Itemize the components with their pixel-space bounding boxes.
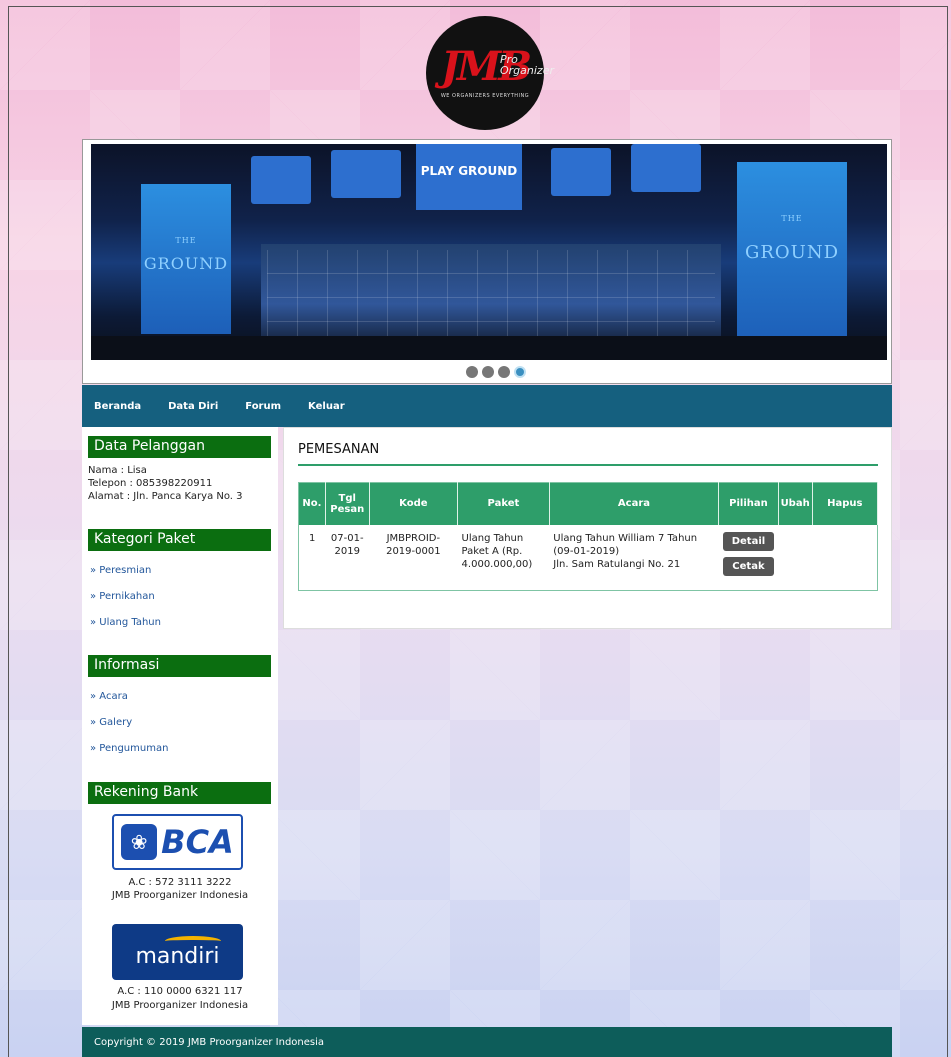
slider-dot-3[interactable] [498, 366, 510, 378]
stage-screen [551, 148, 611, 196]
slider-dot-2[interactable] [482, 366, 494, 378]
copyright-text: Copyright © 2019 JMB Proorganizer Indone… [94, 1037, 325, 1048]
stage-floor [91, 336, 887, 360]
cell-code: JMBPROID-2019-0001 [386, 532, 441, 557]
logo-side-text: Pro Organizer [500, 54, 554, 76]
bca-logo-text: BCA [161, 823, 234, 861]
info-link-acara[interactable]: » Acara [90, 691, 128, 702]
nav-keluar[interactable]: Keluar [308, 401, 345, 412]
slider-dot-1[interactable] [466, 366, 478, 378]
bca-bird-icon: ❀ [121, 824, 158, 860]
slider-dots [466, 366, 526, 378]
main-nav: Beranda Data Diri Forum Keluar [82, 385, 892, 427]
logo-side-2: Organizer [500, 64, 554, 77]
col-kode: Kode [369, 482, 459, 525]
table-header-row: No. Tgl Pesan Kode Paket Acara Pilihan U… [298, 482, 879, 525]
nav-beranda[interactable]: Beranda [94, 401, 141, 412]
mandiri-logo: mandiri [112, 924, 243, 980]
slider-dot-4[interactable] [514, 366, 526, 378]
col-paket: Paket [457, 482, 550, 525]
stage-screen [331, 150, 401, 198]
page-title: PEMESANAN [298, 442, 380, 457]
col-tgl-pesan: Tgl Pesan [325, 482, 370, 525]
cell-no: 1 [308, 532, 316, 544]
print-button[interactable]: Cetak [723, 556, 774, 576]
event-name: Ulang Tahun William 7 Tahun (09-01-2019) [553, 532, 698, 557]
col-hapus: Hapus [812, 482, 879, 525]
pillar-right-text: GROUND [744, 242, 840, 263]
customer-address: Alamat : Jln. Panca Karya No. 3 [88, 491, 243, 502]
cell-actions: Detail Cetak [719, 525, 778, 591]
col-pilihan: Pilihan [718, 482, 779, 525]
footer: Copyright © 2019 JMB Proorganizer Indone… [82, 1027, 892, 1057]
banner-image: THE GROUND THE GROUND PLAY GROUND [91, 144, 887, 360]
pillar-left-text: GROUND [143, 254, 229, 273]
bank-heading: Rekening Bank [88, 782, 271, 804]
category-link-peresmian[interactable]: » Peresmian [90, 565, 151, 576]
cell-edit [778, 525, 812, 591]
main-panel: PEMESANAN No. Tgl Pesan Kode Paket Acara… [283, 427, 892, 629]
col-ubah: Ubah [778, 482, 813, 525]
title-divider [298, 464, 878, 466]
event-address: Jln. Sam Ratulangi No. 21 [553, 558, 681, 570]
stage-screen [251, 156, 311, 204]
cell-date: 07-01-2019 [330, 532, 364, 557]
info-link-galery[interactable]: » Galery [90, 717, 132, 728]
orders-table: No. Tgl Pesan Kode Paket Acara Pilihan U… [298, 482, 879, 591]
pillar-right-top-text: THE [781, 214, 803, 223]
bca-owner: JMB Proorganizer Indonesia [111, 890, 249, 901]
col-acara: Acara [549, 482, 720, 525]
cell-event: Ulang Tahun William 7 Tahun (09-01-2019)… [549, 525, 718, 591]
customer-heading: Data Pelanggan [88, 436, 271, 458]
playground-sign: PLAY GROUND [416, 144, 522, 210]
nav-data-diri[interactable]: Data Diri [168, 401, 218, 412]
customer-name: Nama : Lisa [88, 465, 147, 476]
mandiri-owner: JMB Proorganizer Indonesia [111, 1000, 249, 1011]
bca-account: A.C : 572 3111 3222 [128, 877, 232, 888]
category-link-ulang-tahun[interactable]: » Ulang Tahun [90, 617, 161, 628]
stage-screen [631, 144, 701, 192]
customer-phone: Telepon : 085398220911 [88, 478, 213, 489]
site-logo[interactable]: JMB Pro Organizer WE ORGANIZERS EVERYTHI… [426, 16, 554, 130]
banner-pillar-left: THE GROUND [141, 184, 231, 334]
nav-forum[interactable]: Forum [245, 401, 281, 412]
table-row: 1 07-01-2019 JMBPROID-2019-0001 Ulang Ta… [299, 525, 878, 591]
cell-delete [812, 525, 877, 591]
col-no: No. [298, 482, 326, 525]
category-link-pernikahan[interactable]: » Pernikahan [90, 591, 155, 602]
category-heading: Kategori Paket [88, 529, 271, 551]
sidebar: Data Pelanggan Nama : Lisa Telepon : 085… [82, 427, 278, 1025]
cell-package: Ulang Tahun Paket A (Rp. 4.000.000,00) [461, 532, 533, 570]
info-heading: Informasi [88, 655, 271, 677]
pillar-left-top-text: THE [175, 236, 197, 245]
mandiri-logo-text: mandiri [135, 943, 220, 969]
banner-slider: THE GROUND THE GROUND PLAY GROUND [82, 139, 892, 384]
mandiri-account: A.C : 110 0000 6321 117 [117, 986, 243, 997]
detail-button[interactable]: Detail [722, 531, 775, 551]
info-link-pengumuman[interactable]: » Pengumuman [90, 743, 168, 754]
bca-logo: ❀ BCA [112, 814, 243, 870]
banner-pillar-right: THE GROUND [737, 162, 847, 342]
logo-tagline: WE ORGANIZERS EVERYTHING [440, 93, 530, 99]
stage [261, 244, 721, 344]
